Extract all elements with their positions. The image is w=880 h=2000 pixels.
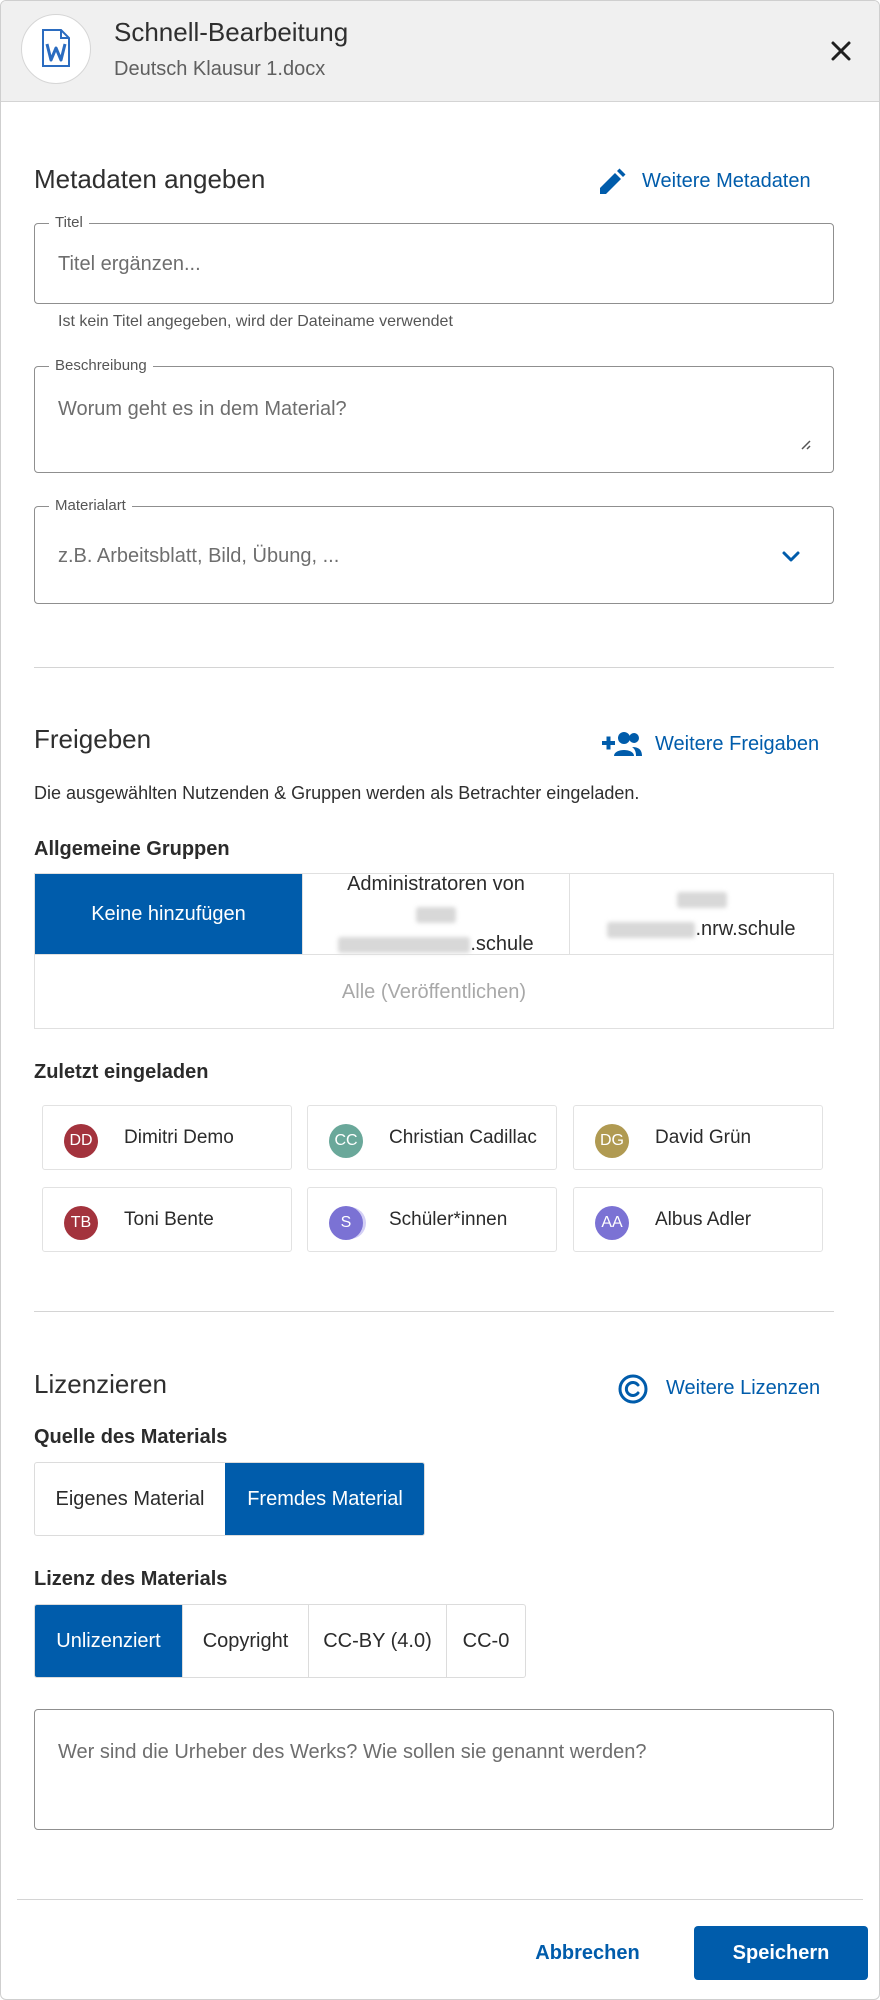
person-name: Toni Bente — [124, 1209, 214, 1230]
avatar: S — [329, 1206, 363, 1240]
group-option-school[interactable]: .nrw.schule — [569, 874, 833, 954]
license-option-copyright[interactable]: Copyright — [182, 1605, 308, 1677]
more-licenses-label: Weitere Lizenzen — [666, 1377, 821, 1399]
more-shares-label: Weitere Freigaben — [655, 733, 820, 755]
add-person-icon — [602, 732, 642, 756]
divider — [34, 1311, 834, 1312]
recent-person-card[interactable]: CC Christian Cadillac — [307, 1105, 557, 1170]
footer-divider — [17, 1899, 863, 1900]
person-name: Albus Adler — [655, 1209, 752, 1230]
dialog-header: Schnell-Bearbeitung Deutsch Klausur 1.do… — [1, 1, 879, 102]
group-option-administrators[interactable]: Administratoren von .schule — [302, 873, 569, 955]
author-attribution-field[interactable]: Wer sind die Urheber des Werks? Wie soll… — [34, 1709, 834, 1830]
own-material-option[interactable]: Eigenes Material — [35, 1463, 225, 1535]
license-option-cc0[interactable]: CC-0 — [446, 1605, 525, 1677]
general-groups-title: Allgemeine Gruppen — [34, 838, 230, 860]
general-groups-selector: Keine hinzufügen Administratoren von .sc… — [34, 873, 834, 1029]
avatar: AA — [595, 1206, 629, 1240]
material-license-toggle: Unlizenziert Copyright CC-BY (4.0) CC-0 — [34, 1604, 526, 1678]
author-attribution-placeholder: Wer sind die Urheber des Werks? Wie soll… — [58, 1741, 647, 1763]
more-shares-link[interactable]: Weitere Freigaben — [602, 732, 820, 756]
close-button[interactable] — [821, 31, 861, 71]
description-field-label: Beschreibung — [49, 358, 153, 374]
copyright-icon — [618, 1374, 648, 1404]
redacted-text — [607, 921, 696, 938]
more-licenses-link[interactable]: Weitere Lizenzen — [617, 1374, 821, 1404]
avatar: TB — [64, 1206, 98, 1240]
material-type-select[interactable]: Materialart z.B. Arbeitsblatt, Bild, Übu… — [34, 498, 834, 604]
material-type-placeholder: z.B. Arbeitsblatt, Bild, Übung, ... — [58, 545, 340, 567]
material-license-title: Lizenz des Materials — [34, 1568, 228, 1590]
sharing-info: Die ausgewählten Nutzenden & Gruppen wer… — [34, 783, 640, 803]
group-option-none-label: Keine hinzufügen — [91, 902, 246, 925]
description-field[interactable]: Beschreibung Worum geht es in dem Materi… — [34, 358, 834, 473]
third-party-material-option[interactable]: Fremdes Material — [225, 1463, 424, 1535]
file-badge — [21, 14, 91, 84]
material-source-title: Quelle des Materials — [34, 1426, 228, 1448]
redacted-text — [338, 936, 471, 953]
file-name: Deutsch Klausur 1.docx — [114, 58, 326, 80]
redacted-text — [607, 884, 795, 914]
person-name: Christian Cadillac — [389, 1127, 537, 1148]
divider — [34, 667, 834, 668]
license-option-cc-by[interactable]: CC-BY (4.0) — [308, 1605, 446, 1677]
title-field-label: Titel — [49, 215, 89, 231]
word-document-icon — [42, 29, 70, 67]
material-type-label: Materialart — [49, 498, 132, 514]
material-source-toggle: Eigenes Material Fremdes Material — [34, 1462, 425, 1536]
recent-group-card[interactable]: S Schüler*innen — [307, 1187, 557, 1252]
cancel-button[interactable]: Abbrechen — [516, 1926, 659, 1980]
pencil-icon — [600, 168, 626, 194]
avatar: CC — [329, 1124, 363, 1158]
person-name: Schüler*innen — [389, 1209, 508, 1230]
title-field-hint: Ist kein Titel angegeben, wird der Datei… — [58, 313, 453, 330]
license-option-unlicensed[interactable]: Unlizenziert — [35, 1605, 182, 1677]
more-metadata-link[interactable]: Weitere Metadaten — [596, 168, 811, 194]
group-option-administrators-label: Administratoren von — [347, 873, 525, 895]
title-field-placeholder: Titel ergänzen... — [58, 253, 201, 275]
quick-edit-dialog: Schnell-Bearbeitung Deutsch Klausur 1.do… — [0, 0, 880, 2000]
license-section-title: Lizenzieren — [34, 1369, 167, 1399]
description-field-placeholder: Worum geht es in dem Material? — [58, 398, 347, 420]
avatar: DD — [64, 1124, 98, 1158]
avatar: DG — [595, 1124, 629, 1158]
recent-person-card[interactable]: TB Toni Bente — [42, 1187, 292, 1252]
group-option-school-domain: .nrw.schule — [695, 918, 796, 940]
group-option-administrators-domain: .schule — [470, 933, 534, 955]
resize-handle-icon[interactable] — [799, 438, 811, 450]
dialog-title: Schnell-Bearbeitung — [114, 17, 349, 47]
sharing-section-title: Freigeben — [34, 724, 152, 754]
chevron-down-icon — [782, 551, 800, 562]
page: Schnell-Bearbeitung Deutsch Klausur 1.do… — [0, 0, 880, 2000]
person-name: David Grün — [655, 1127, 752, 1148]
recent-person-card[interactable]: DG David Grün — [573, 1105, 823, 1170]
metadata-section-title: Metadaten angeben — [34, 164, 266, 194]
recent-invites-title: Zuletzt eingeladen — [34, 1061, 209, 1083]
more-metadata-label: Weitere Metadaten — [642, 170, 811, 192]
title-field[interactable]: Titel Titel ergänzen... — [34, 215, 834, 304]
person-name: Dimitri Demo — [124, 1127, 234, 1148]
save-button[interactable]: Speichern — [694, 1926, 868, 1980]
group-option-none[interactable]: Keine hinzufügen — [35, 874, 302, 954]
close-icon — [831, 41, 851, 61]
recent-person-card[interactable]: AA Albus Adler — [573, 1187, 823, 1252]
redacted-text — [338, 899, 533, 929]
group-option-all-publish[interactable]: Alle (Veröffentlichen) — [35, 954, 833, 1029]
recent-person-card[interactable]: DD Dimitri Demo — [42, 1105, 292, 1170]
